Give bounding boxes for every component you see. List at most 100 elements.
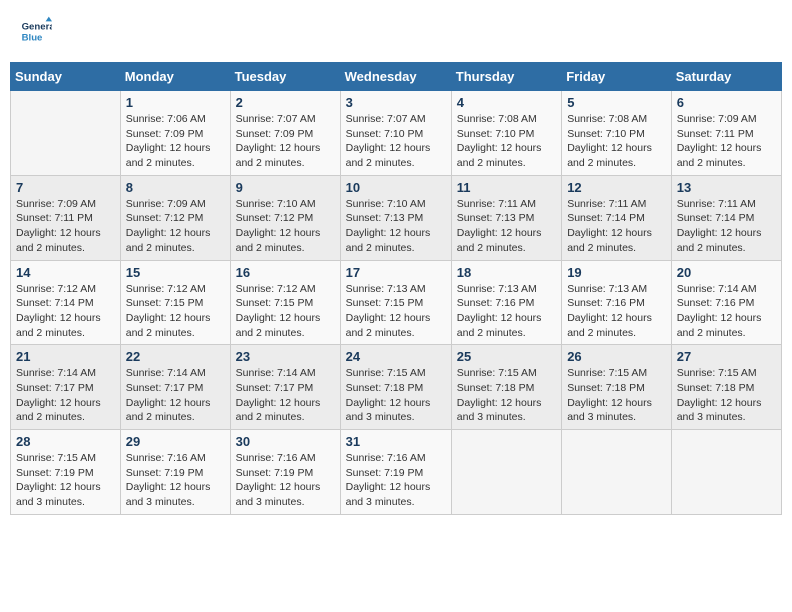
- sunset-text: Sunset: 7:12 PM: [126, 211, 225, 226]
- daylight-text: Daylight: 12 hours and 2 minutes.: [346, 226, 446, 255]
- day-number: 23: [236, 349, 335, 364]
- sunset-text: Sunset: 7:18 PM: [567, 381, 666, 396]
- day-info: Sunrise: 7:09 AMSunset: 7:11 PMDaylight:…: [677, 112, 776, 171]
- day-info: Sunrise: 7:11 AMSunset: 7:14 PMDaylight:…: [677, 197, 776, 256]
- svg-text:Blue: Blue: [22, 33, 43, 44]
- day-number: 10: [346, 180, 446, 195]
- sunrise-text: Sunrise: 7:07 AM: [236, 112, 335, 127]
- sunrise-text: Sunrise: 7:12 AM: [236, 282, 335, 297]
- sunset-text: Sunset: 7:10 PM: [457, 127, 556, 142]
- day-number: 5: [567, 95, 666, 110]
- sunrise-text: Sunrise: 7:09 AM: [16, 197, 115, 212]
- sunrise-text: Sunrise: 7:11 AM: [567, 197, 666, 212]
- sunrise-text: Sunrise: 7:15 AM: [346, 366, 446, 381]
- sunrise-text: Sunrise: 7:13 AM: [346, 282, 446, 297]
- daylight-text: Daylight: 12 hours and 3 minutes.: [677, 396, 776, 425]
- day-info: Sunrise: 7:10 AMSunset: 7:12 PMDaylight:…: [236, 197, 335, 256]
- day-info: Sunrise: 7:06 AMSunset: 7:09 PMDaylight:…: [126, 112, 225, 171]
- weekday-header-thursday: Thursday: [451, 63, 561, 91]
- weekday-header-monday: Monday: [120, 63, 230, 91]
- calendar-cell: 18 Sunrise: 7:13 AMSunset: 7:16 PMDayligh…: [451, 260, 561, 345]
- calendar-cell: 4Sunrise: 7:08 AMSunset: 7:10 PMDaylight…: [451, 91, 561, 176]
- sunrise-text: Sunrise: 7:09 AM: [126, 197, 225, 212]
- calendar-cell: 31Sunrise: 7:16 AMSunset: 7:19 PMDayligh…: [340, 430, 451, 515]
- sunset-text: Sunset: 7:19 PM: [346, 466, 446, 481]
- daylight-text: Daylight: 12 hours and 2 minutes.: [457, 141, 556, 170]
- calendar-week-3: 14Sunrise: 7:12 AMSunset: 7:14 PMDayligh…: [11, 260, 782, 345]
- daylight-text: Daylight: 12 hours and 2 minutes.: [236, 311, 335, 340]
- day-number: 25: [457, 349, 556, 364]
- sunset-text: Sunset: 7:14 PM: [567, 211, 666, 226]
- sunset-text: Sunset: 7:11 PM: [677, 127, 776, 142]
- day-number: 30: [236, 434, 335, 449]
- calendar-cell: 11Sunrise: 7:11 AMSunset: 7:13 PMDayligh…: [451, 175, 561, 260]
- sunrise-text: Sunrise: 7:08 AM: [567, 112, 666, 127]
- sunset-text: Sunset: 7:18 PM: [457, 381, 556, 396]
- sunrise-text: Sunrise: 7:16 AM: [126, 451, 225, 466]
- page-header: General Blue: [10, 10, 782, 52]
- day-number: 18: [457, 265, 556, 280]
- day-info: Sunrise: 7:09 AMSunset: 7:11 PMDaylight:…: [16, 197, 115, 256]
- calendar-cell: 12Sunrise: 7:11 AMSunset: 7:14 PMDayligh…: [562, 175, 672, 260]
- day-info: Sunrise: 7:14 AMSunset: 7:16 PMDaylight:…: [677, 282, 776, 341]
- sunrise-text: Sunrise: 7:14 AM: [677, 282, 776, 297]
- calendar-cell: 26Sunrise: 7:15 AMSunset: 7:18 PMDayligh…: [562, 345, 672, 430]
- sunset-text: Sunset: 7:19 PM: [16, 466, 115, 481]
- daylight-text: Daylight: 12 hours and 2 minutes.: [16, 226, 115, 255]
- daylight-text: Daylight: 12 hours and 2 minutes.: [457, 311, 556, 340]
- sunrise-text: Sunrise: 7:13 AM: [567, 282, 666, 297]
- weekday-header-friday: Friday: [562, 63, 672, 91]
- sunrise-text: Sunrise: 7:15 AM: [16, 451, 115, 466]
- day-info: Sunrise: 7:12 AMSunset: 7:14 PMDaylight:…: [16, 282, 115, 341]
- day-number: 12: [567, 180, 666, 195]
- calendar-cell: 8Sunrise: 7:09 AMSunset: 7:12 PMDaylight…: [120, 175, 230, 260]
- sunset-text: Sunset: 7:12 PM: [236, 211, 335, 226]
- calendar-cell: [562, 430, 672, 515]
- calendar-cell: 30 Sunrise: 7:16 AMSunset: 7:19 PMDayligh…: [230, 430, 340, 515]
- sunset-text: Sunset: 7:18 PM: [346, 381, 446, 396]
- daylight-text: Daylight: 12 hours and 2 minutes.: [677, 226, 776, 255]
- day-number: 24: [346, 349, 446, 364]
- day-number: 9: [236, 180, 335, 195]
- day-info: Sunrise: 7:10 AMSunset: 7:13 PMDaylight:…: [346, 197, 446, 256]
- day-info: Sunrise: 7:16 AMSunset: 7:19 PMDaylight:…: [236, 451, 335, 510]
- sunset-text: Sunset: 7:17 PM: [236, 381, 335, 396]
- day-info: Sunrise: 7:13 AMSunset: 7:16 PMDaylight:…: [457, 282, 556, 341]
- calendar-cell: 3Sunrise: 7:07 AMSunset: 7:10 PMDaylight…: [340, 91, 451, 176]
- day-info: Sunrise: 7:08 AMSunset: 7:10 PMDaylight:…: [457, 112, 556, 171]
- sunrise-text: Sunrise: 7:11 AM: [457, 197, 556, 212]
- calendar-cell: 17 Sunrise: 7:13 AMSunset: 7:15 PMDayligh…: [340, 260, 451, 345]
- sunset-text: Sunset: 7:19 PM: [126, 466, 225, 481]
- daylight-text: Daylight: 12 hours and 2 minutes.: [677, 311, 776, 340]
- day-number: 17: [346, 265, 446, 280]
- day-number: 8: [126, 180, 225, 195]
- day-info: Sunrise: 7:14 AMSunset: 7:17 PMDaylight:…: [236, 366, 335, 425]
- weekday-header-wednesday: Wednesday: [340, 63, 451, 91]
- day-number: 19: [567, 265, 666, 280]
- day-info: Sunrise: 7:15 AMSunset: 7:18 PMDaylight:…: [567, 366, 666, 425]
- sunset-text: Sunset: 7:13 PM: [346, 211, 446, 226]
- day-number: 2: [236, 95, 335, 110]
- daylight-text: Daylight: 12 hours and 2 minutes.: [126, 311, 225, 340]
- calendar-cell: 10 Sunrise: 7:10 AMSunset: 7:13 PMDayligh…: [340, 175, 451, 260]
- calendar-cell: 6 Sunrise: 7:09 AMSunset: 7:11 PMDaylight…: [671, 91, 781, 176]
- day-info: Sunrise: 7:12 AMSunset: 7:15 PMDaylight:…: [126, 282, 225, 341]
- weekday-header-tuesday: Tuesday: [230, 63, 340, 91]
- calendar-cell: [671, 430, 781, 515]
- daylight-text: Daylight: 12 hours and 3 minutes.: [126, 480, 225, 509]
- daylight-text: Daylight: 12 hours and 3 minutes.: [346, 396, 446, 425]
- calendar-week-2: 7Sunrise: 7:09 AMSunset: 7:11 PMDaylight…: [11, 175, 782, 260]
- daylight-text: Daylight: 12 hours and 2 minutes.: [16, 396, 115, 425]
- sunset-text: Sunset: 7:14 PM: [677, 211, 776, 226]
- calendar-week-4: 21Sunrise: 7:14 AMSunset: 7:17 PMDayligh…: [11, 345, 782, 430]
- sunrise-text: Sunrise: 7:12 AM: [126, 282, 225, 297]
- day-number: 6: [677, 95, 776, 110]
- sunrise-text: Sunrise: 7:15 AM: [567, 366, 666, 381]
- calendar-header-row: SundayMondayTuesdayWednesdayThursdayFrid…: [11, 63, 782, 91]
- day-info: Sunrise: 7:07 AMSunset: 7:09 PMDaylight:…: [236, 112, 335, 171]
- weekday-header-sunday: Sunday: [11, 63, 121, 91]
- day-number: 15: [126, 265, 225, 280]
- day-info: Sunrise: 7:15 AMSunset: 7:18 PMDaylight:…: [346, 366, 446, 425]
- calendar-cell: 20Sunrise: 7:14 AMSunset: 7:16 PMDayligh…: [671, 260, 781, 345]
- day-info: Sunrise: 7:13 AMSunset: 7:15 PMDaylight:…: [346, 282, 446, 341]
